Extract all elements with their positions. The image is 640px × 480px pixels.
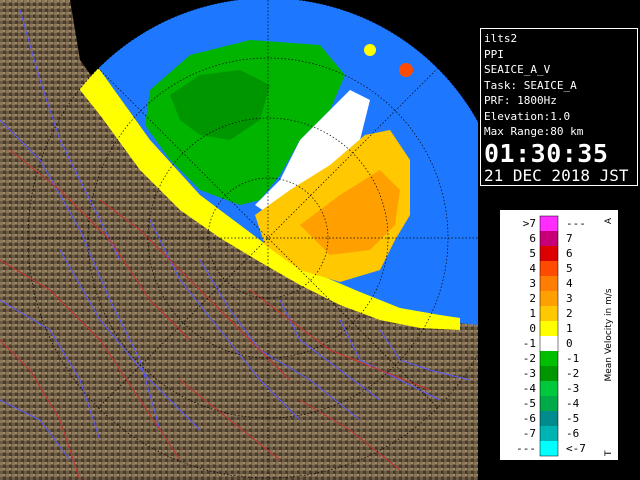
info-panel: ilts2 PPI SEAICE_A_V Task: SEAICE_A PRF:… <box>480 28 638 186</box>
max-range-value: Max Range:80 km <box>484 125 584 138</box>
legend-lower-label: 6 <box>529 232 536 245</box>
scan-mode: PPI <box>484 47 504 61</box>
legend-upper-label: -1 <box>566 352 579 365</box>
task-name: Task: SEAICE_A <box>484 78 577 92</box>
product-name: SEAICE_A_V <box>484 63 551 76</box>
far-echo <box>399 63 413 77</box>
legend-lower-label: -4 <box>523 382 537 395</box>
legend-lower-label: -1 <box>523 337 536 350</box>
legend-upper-label: --- <box>566 217 586 230</box>
legend-upper-label: 7 <box>566 232 573 245</box>
legend-lower-label: 1 <box>529 307 536 320</box>
legend-upper-label: 1 <box>566 322 573 335</box>
legend-swatch <box>540 351 558 366</box>
scan-date: 21 DEC 2018 JST <box>484 165 629 185</box>
legend-swatch <box>540 216 558 231</box>
legend-lower-label: -3 <box>523 367 536 380</box>
legend-upper-label: -5 <box>566 412 579 425</box>
legend-swatch <box>540 276 558 291</box>
legend-swatch <box>540 441 558 456</box>
scan-time: 01:30:35 <box>484 138 609 168</box>
legend-upper-label: 4 <box>566 277 573 290</box>
legend-swatch <box>540 336 558 351</box>
radar-ppi-map[interactable] <box>0 0 478 480</box>
legend-swatch <box>540 411 558 426</box>
velocity-legend: >7 --- 6 7 5 6 4 5 3 4 2 3 1 2 0 1 -1 0 -2 -1 -3 -2 -4 -3 -5 -4 -6… <box>500 210 618 460</box>
prf-value: PRF: 1800Hz <box>484 94 557 107</box>
legend-lower-label: -7 <box>523 427 536 440</box>
legend-swatch <box>540 231 558 246</box>
legend-swatch <box>540 381 558 396</box>
legend-graphic: >7 --- 6 7 5 6 4 5 3 4 2 3 1 2 0 1 -1 0 -2 -1 -3 -2 -4 -3 -5 -4 -6… <box>516 215 614 457</box>
legend-upper-label: -4 <box>566 397 580 410</box>
site-name: ilts2 <box>484 32 518 45</box>
legend-swatch <box>540 246 558 261</box>
legend-upper-label: 6 <box>566 247 573 260</box>
legend-bottom-marker: T <box>604 450 614 457</box>
legend-lower-label: --- <box>516 442 536 455</box>
legend-upper-label: -3 <box>566 382 579 395</box>
legend-lower-label: 2 <box>529 292 536 305</box>
legend-lower-label: 5 <box>529 247 536 260</box>
legend-upper-label: -2 <box>566 367 579 380</box>
legend-upper-label: 5 <box>566 262 573 275</box>
legend-lower-label: >7 <box>523 217 536 230</box>
legend-lower-label: 3 <box>529 277 536 290</box>
far-echo-spot <box>364 44 376 56</box>
legend-upper-label: 3 <box>566 292 573 305</box>
legend-swatch <box>540 306 558 321</box>
legend-swatch <box>540 366 558 381</box>
legend-swatch <box>540 426 558 441</box>
legend-swatch <box>540 321 558 336</box>
legend-lower-label: -2 <box>523 352 536 365</box>
legend-swatch <box>540 291 558 306</box>
legend-upper-label: 0 <box>566 337 573 350</box>
legend-title: Mean Velocity in m/s <box>604 288 614 381</box>
legend-upper-label: 2 <box>566 307 573 320</box>
legend-swatch <box>540 261 558 276</box>
radar-display: ilts2 PPI SEAICE_A_V Task: SEAICE_A PRF:… <box>0 0 640 480</box>
legend-lower-label: 0 <box>529 322 536 335</box>
elevation-value: Elevation:1.0 <box>484 109 571 123</box>
legend-swatch <box>540 396 558 411</box>
legend-lower-label: 4 <box>529 262 536 275</box>
legend-lower-label: -5 <box>523 397 536 410</box>
legend-top-marker: A <box>604 217 614 224</box>
legend-upper-label: <-7 <box>566 442 586 455</box>
legend-lower-label: -6 <box>523 412 536 425</box>
legend-upper-label: -6 <box>566 427 579 440</box>
